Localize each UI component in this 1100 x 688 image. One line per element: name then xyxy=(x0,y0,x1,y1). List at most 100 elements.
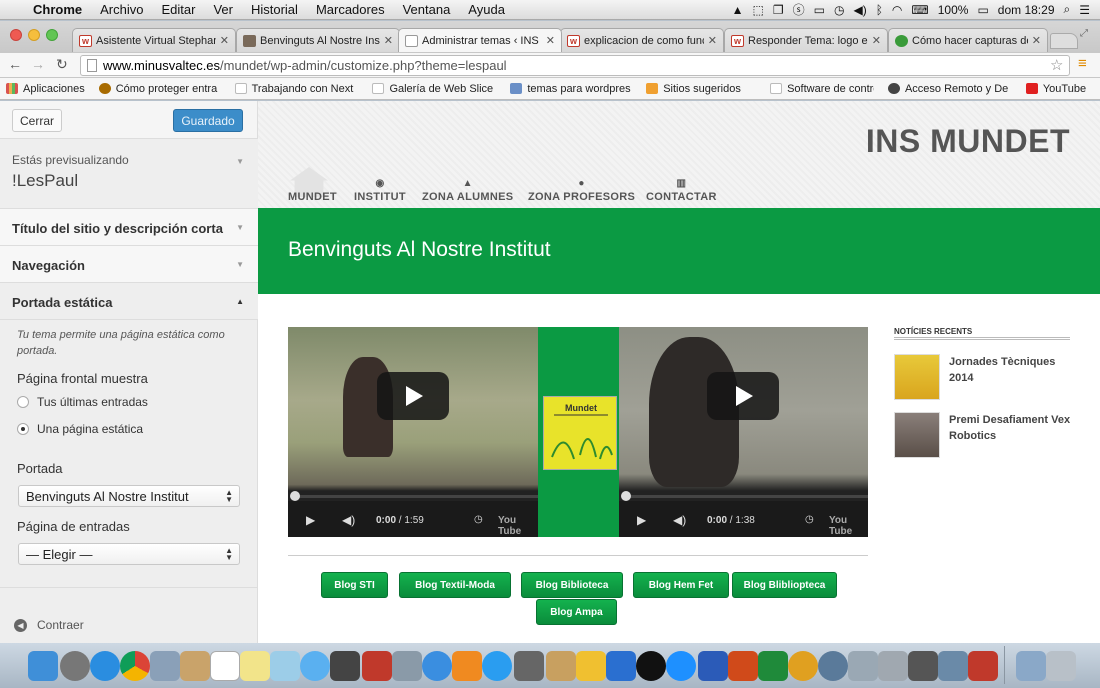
play-icon[interactable] xyxy=(707,372,779,420)
launchpad-icon[interactable] xyxy=(60,651,90,681)
app-icon[interactable] xyxy=(546,651,576,681)
spotlight-search-icon[interactable]: ⌕ xyxy=(1064,2,1071,17)
bookmark-star-icon[interactable]: ☆ xyxy=(1050,56,1063,74)
section-static-front[interactable]: Portada estática ▲ xyxy=(0,283,258,320)
site-title[interactable]: INS MUNDET xyxy=(866,123,1070,160)
app-icon[interactable] xyxy=(576,651,606,681)
radio-circle-selected[interactable] xyxy=(17,423,29,435)
blog-ampa-button[interactable]: Blog Ampa xyxy=(536,599,617,625)
keyboard-icon[interactable]: ⌨ xyxy=(911,3,928,17)
chrome-menu-icon[interactable]: ≡ xyxy=(1078,55,1087,72)
safari-icon[interactable] xyxy=(90,651,120,681)
news-link[interactable]: Premi Desafiament Vex Robotics xyxy=(949,412,1074,444)
preview-icon[interactable] xyxy=(270,651,300,681)
bookmark-folder[interactable]: temas para wordpres xyxy=(510,83,632,95)
fullscreen-icon[interactable]: ⤢ xyxy=(1080,28,1088,39)
bookmark-item[interactable]: Software de control xyxy=(770,83,874,95)
tab-4[interactable]: w explicacion de como func ✕ xyxy=(560,28,724,52)
bookmark-item[interactable]: Cómo proteger entra xyxy=(98,83,221,95)
video-player-2[interactable]: ▶ ◀) 0:00 / 1:38 ◷ You Tube xyxy=(619,327,868,537)
play-icon[interactable] xyxy=(377,372,449,420)
close-tab-icon[interactable]: ✕ xyxy=(220,34,229,47)
bookmark-youtube[interactable]: YouTube xyxy=(1025,83,1086,95)
tab-5[interactable]: w Responder Tema: logo en ✕ xyxy=(724,28,888,52)
iphoto-icon[interactable] xyxy=(392,651,422,681)
excel-icon[interactable] xyxy=(758,651,788,681)
volume-icon[interactable]: ◀) xyxy=(342,513,355,527)
bluetooth-icon[interactable]: ᛒ xyxy=(876,3,883,17)
close-window-icon[interactable] xyxy=(10,29,22,41)
bookmark-item[interactable]: Galería de Web Slice xyxy=(372,83,496,95)
facetime-icon[interactable] xyxy=(330,651,360,681)
clock[interactable]: dom 18:29 xyxy=(998,3,1055,17)
nav-mundet[interactable]: MUNDET xyxy=(288,177,337,203)
trash-icon[interactable] xyxy=(1046,651,1076,681)
screen-icon[interactable]: ⬚ xyxy=(753,3,764,17)
back-icon[interactable]: ← xyxy=(8,56,22,72)
outlook-icon[interactable] xyxy=(788,651,818,681)
system-preferences-icon[interactable] xyxy=(514,651,544,681)
video-player-1[interactable]: ▶ ◀) 0:00 / 1:59 ◷ You Tube xyxy=(288,327,538,537)
posts-page-select[interactable]: — Elegir — ▲ ▼ xyxy=(18,543,240,565)
word-icon[interactable] xyxy=(698,651,728,681)
wifi-icon[interactable]: ◠ xyxy=(892,3,902,17)
menu-marcadores[interactable]: Marcadores xyxy=(307,2,394,17)
bookmark-apps[interactable]: Aplicaciones xyxy=(6,83,85,95)
theme-info[interactable]: Estás previsualizando !LesPaul ▼ xyxy=(0,139,258,209)
close-tab-icon[interactable]: ✕ xyxy=(546,34,555,47)
forward-icon[interactable]: → xyxy=(31,56,45,72)
downloads-folder-icon[interactable] xyxy=(1016,651,1046,681)
nav-zona-profesors[interactable]: ● ZONA PROFESORS xyxy=(528,177,635,203)
nav-institut[interactable]: ◉ INSTITUT xyxy=(354,177,406,203)
finder-icon[interactable] xyxy=(28,651,58,681)
blog-hem-fet-button[interactable]: Blog Hem Fet xyxy=(633,572,729,598)
help-icon[interactable] xyxy=(878,651,908,681)
skype-icon[interactable]: ⓢ xyxy=(793,1,805,18)
app-icon[interactable] xyxy=(818,651,848,681)
contacts-icon[interactable] xyxy=(180,651,210,681)
news-thumbnail[interactable] xyxy=(894,412,940,458)
news-thumbnail[interactable] xyxy=(894,354,940,400)
progress-bar[interactable] xyxy=(290,491,538,501)
progress-bar[interactable] xyxy=(621,491,868,501)
new-tab-button[interactable] xyxy=(1050,33,1078,49)
nav-zona-alumnes[interactable]: ▲ ZONA ALUMNES xyxy=(422,177,513,203)
airplay-icon[interactable]: ▭ xyxy=(814,3,825,17)
battery-icon[interactable]: ▭ xyxy=(977,3,988,17)
app-icon[interactable] xyxy=(908,651,938,681)
menu-historial[interactable]: Historial xyxy=(242,2,307,17)
notification-center-icon[interactable]: ☰ xyxy=(1079,3,1090,17)
calendar-icon[interactable] xyxy=(210,651,240,681)
volume-icon[interactable]: ◀) xyxy=(853,3,866,17)
teamviewer-icon[interactable] xyxy=(666,651,696,681)
tab-3-active[interactable]: Administrar temas ‹ INS M ✕ xyxy=(398,28,562,52)
play-small-icon[interactable]: ▶ xyxy=(306,513,315,527)
window-icon[interactable]: ❐ xyxy=(773,3,784,17)
close-tab-icon[interactable]: ✕ xyxy=(708,34,717,47)
youtube-logo[interactable]: You Tube xyxy=(498,515,538,537)
bookmark-item[interactable]: Sitios sugeridos xyxy=(646,83,756,95)
blog-sti-button[interactable]: Blog STI xyxy=(321,572,388,598)
app-icon[interactable] xyxy=(606,651,636,681)
menu-ayuda[interactable]: Ayuda xyxy=(459,2,514,17)
section-site-title[interactable]: Título del sitio y descripción corta ▼ xyxy=(0,209,258,246)
radio-latest-posts[interactable]: Tus últimas entradas xyxy=(17,395,148,409)
zoom-window-icon[interactable] xyxy=(46,29,58,41)
app-icon[interactable] xyxy=(848,651,878,681)
menu-archivo[interactable]: Archivo xyxy=(91,2,152,17)
blog-blibliopteca-button[interactable]: Blog Blibliopteca xyxy=(732,572,837,598)
tab-2[interactable]: Benvinguts Al Nostre Insti ✕ xyxy=(236,28,400,52)
address-bar[interactable]: www.minusvaltec.es/mundet/wp-admin/custo… xyxy=(80,55,1070,76)
minimize-window-icon[interactable] xyxy=(28,29,40,41)
clock-icon[interactable]: ◷ xyxy=(805,514,814,525)
tab-6[interactable]: Cómo hacer capturas de p ✕ xyxy=(888,28,1048,52)
radio-circle[interactable] xyxy=(17,396,29,408)
notes-icon[interactable] xyxy=(240,651,270,681)
parallels-icon[interactable] xyxy=(968,651,998,681)
close-tab-icon[interactable]: ✕ xyxy=(384,34,393,47)
time-machine-icon[interactable]: ◷ xyxy=(834,3,844,17)
close-tab-icon[interactable]: ✕ xyxy=(1032,34,1041,47)
status-icon[interactable]: ▲ xyxy=(732,3,744,17)
app-store-icon[interactable] xyxy=(482,651,512,681)
clock-icon[interactable]: ◷ xyxy=(474,514,483,525)
